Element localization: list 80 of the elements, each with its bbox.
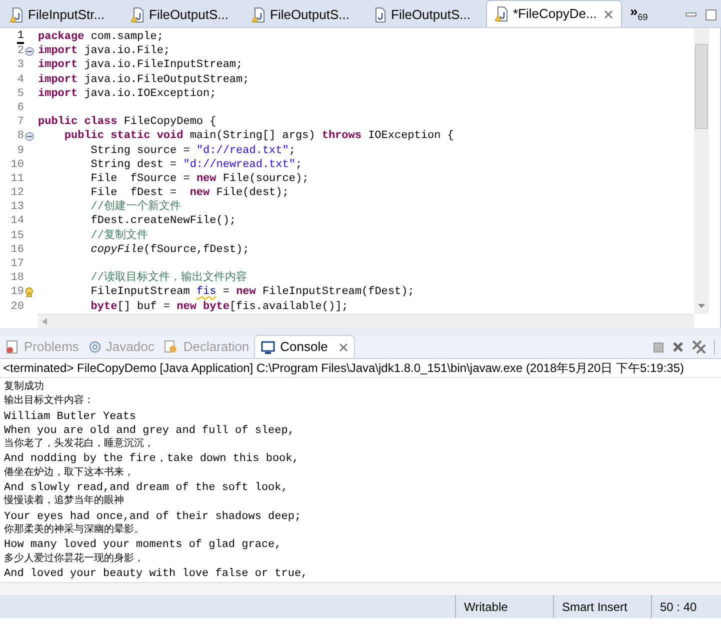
vertical-scrollbar[interactable] [694,28,709,314]
status-text: 50 : 40 [660,598,697,616]
code-line: public static void main(String[] args) throws IOException { [63,129,454,144]
line-number: 18 [10,271,24,286]
horizontal-scrollbar[interactable] [38,314,694,328]
editor-tab[interactable]: FileOutputS... [365,3,486,27]
console-output-line: 慢慢读着，追梦当年的眼神 [4,495,125,510]
status-text: Writable [464,598,508,616]
remove-icon[interactable] [672,341,684,353]
code-line: fDest.createNewFile(); [90,214,236,228]
code-line: //读取目标文件，输出文件内容 [90,271,248,286]
line-number: 1 [17,30,24,44]
console-output-line: 输出目标文件内容： [4,395,95,410]
console-output-line: William Butler Yeats [4,410,138,424]
code-line: FileInputStream fis = new FileInputStream(fDest); [90,285,414,300]
code-line: copyFile(fSource,fDest); [90,242,250,257]
line-number: 14 [10,214,24,229]
code-line: public class FileCopyDemo { [38,115,216,130]
console-output-line: And loved your beauty with love false or true, [4,566,309,582]
code-line: import java.io.IOException; [38,86,216,101]
console-output-line: And nodding by the fire，take down this book, [4,452,300,466]
console-output-line: 当你老了，头发花白，睡意沉沉， [4,438,155,452]
line-number: 15 [10,228,24,243]
code-line: package com.sample; [38,30,164,44]
line-number: 11 [10,172,24,186]
line-number: 6 [17,100,24,116]
editor-tab[interactable]: FileInputStr... [2,3,123,27]
console-output-line: And slowly read,and dream of the soft look, [4,481,289,494]
editor-tab[interactable]: *FileCopyDe... [486,0,622,27]
code-line: import java.io.FileInputStream; [38,58,243,73]
code-line: String dest = "d://newread.txt"; [90,158,302,172]
close-icon[interactable] [338,342,348,352]
fold-toggle-icon[interactable] [25,46,34,56]
line-number: 3 [17,58,24,73]
scroll-down-icon[interactable] [698,304,705,308]
line-number: 19 [10,285,24,300]
code-line: File fSource = new File(source); [90,172,309,186]
fold-toggle-icon[interactable] [25,132,34,141]
console-header: <terminated> FileCopyDemo [Java Application] C:\Program Files\Java\jdk1.8.0_151\bin\javaw.exe (2018年5月20日 下午5:19:35) [0,359,721,378]
remove-all-icon[interactable] [692,340,706,354]
console-output-line: 你那柔美的神采与深幽的晕影。 [4,524,145,538]
code-line: //创建一个新文件 [90,200,182,214]
code-line: String source = "d://read.txt"; [90,144,296,158]
declaration-icon [164,340,178,354]
problems-icon [5,340,19,354]
console-output-line: Your eyes had once,and of their shadows deep; [4,510,302,524]
line-number: 2 [17,44,24,58]
horizontal-scrollbar[interactable] [0,582,721,595]
scroll-left-icon[interactable] [42,318,47,325]
stop-icon[interactable] [653,342,664,352]
close-icon[interactable] [604,10,613,18]
scrollbar-thumb[interactable] [695,44,708,129]
warning-bulb-icon[interactable] [25,286,35,298]
console-output-line: How many loved your moments of glad grace, [4,538,282,552]
code-line: byte[] buf = new byte[fis.available()]; [90,300,348,314]
code-line: import java.io.File; [38,44,170,58]
console-output-line: When you are old and grey and full of sleep, [4,424,296,438]
code-line: File fDest = new File(dest); [90,186,289,200]
code-line: import java.io.FileOutputStream; [38,72,250,87]
line-number: 16 [10,242,24,258]
line-number: 20 [10,300,24,314]
status-text: Smart Insert [562,598,628,616]
code-line: //复制文件 [90,228,148,243]
maximize-icon[interactable] [705,9,717,21]
console-output-line: 多少人爱过你昙花一现的身影， [4,552,145,567]
console-output-line: 倦坐在炉边，取下这本书来， [4,466,135,481]
line-number: 13 [10,200,24,214]
editor-tab[interactable]: FileOutputS... [244,3,365,27]
view-tab[interactable]: Console [254,335,355,358]
line-number: 7 [17,115,24,130]
line-number: 17 [10,257,24,272]
line-number: 9 [17,144,24,158]
line-number: 5 [17,86,24,101]
line-number: 8 [17,129,24,144]
line-number: 12 [10,186,24,200]
editor-tab[interactable]: FileOutputS... [123,3,244,27]
console-icon [261,340,276,354]
line-number: 4 [17,72,24,87]
console-output-line: 复制成功 [4,381,45,394]
line-number: 10 [10,158,24,172]
